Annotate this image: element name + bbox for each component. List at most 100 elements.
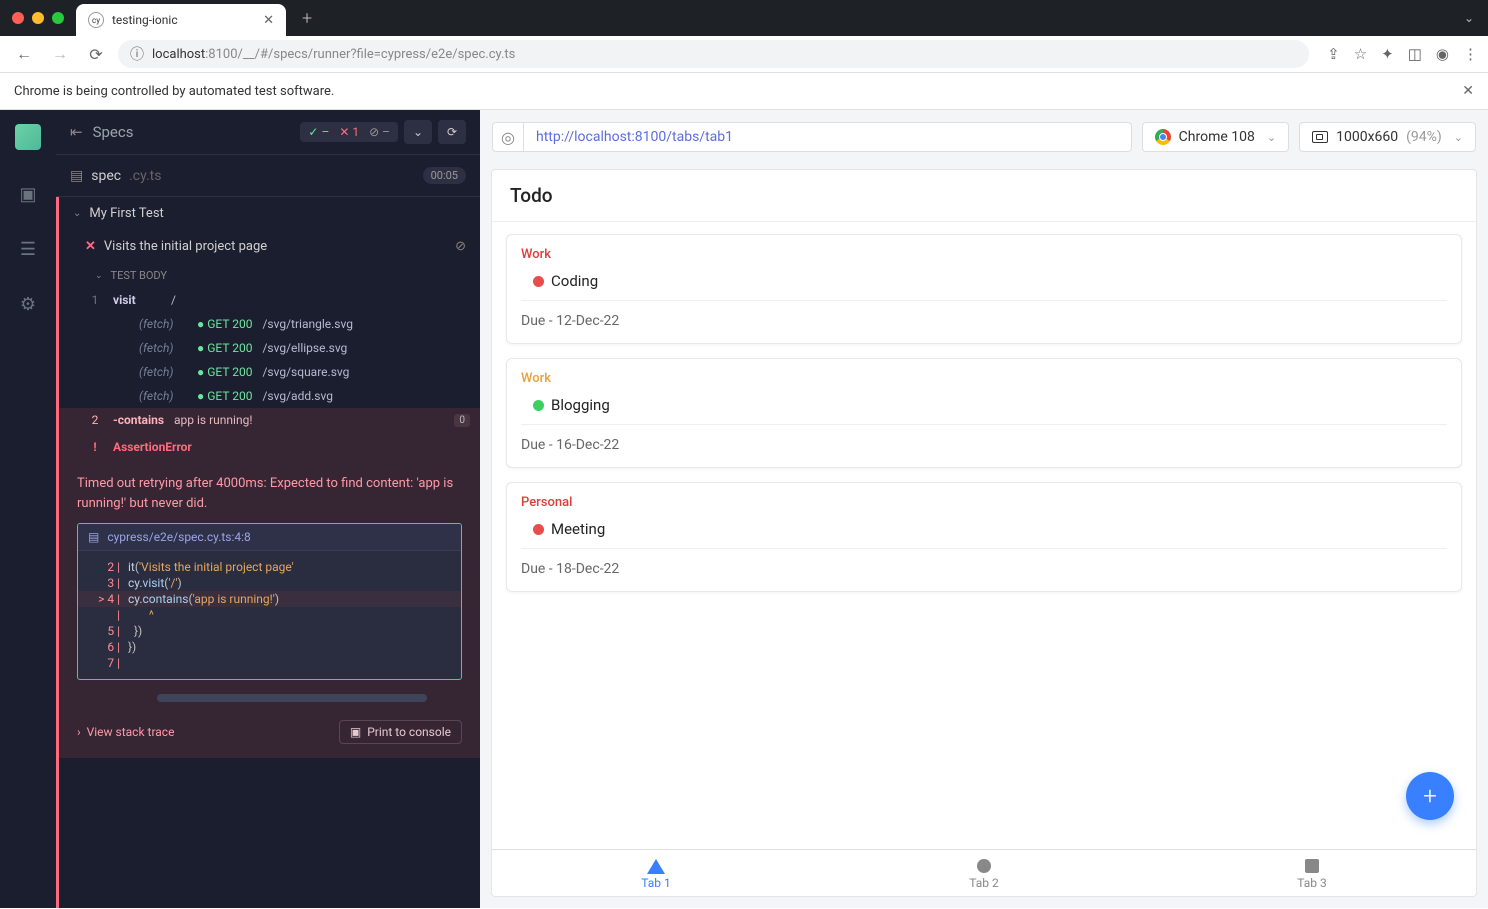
todo-title: Meeting bbox=[551, 520, 605, 538]
code-frame-header[interactable]: ▤ cypress/e2e/spec.cy.ts:4:8 bbox=[78, 524, 461, 551]
assertion-error-row[interactable]: ! AssertionError bbox=[59, 432, 480, 462]
todo-due: Due - 16-Dec-22 bbox=[521, 437, 1447, 453]
code-frame: ▤ cypress/e2e/spec.cy.ts:4:8 2 | it('Vis… bbox=[77, 523, 462, 680]
test-row[interactable]: ✕ Visits the initial project page ⊘ bbox=[59, 230, 480, 263]
plus-icon: + bbox=[1423, 782, 1437, 810]
app-under-test: Todo Work Coding Due - 12-Dec-22 Work Bl… bbox=[492, 170, 1476, 896]
log-fetch-row[interactable]: (fetch) ● GET 200 /svg/square.svg bbox=[59, 360, 480, 384]
menu-icon[interactable]: ⋮ bbox=[1463, 45, 1478, 63]
test-body-header[interactable]: ⌄ TEST BODY bbox=[59, 263, 480, 288]
tab-overflow-icon[interactable]: ⌄ bbox=[1464, 11, 1474, 25]
fail-count: ✕ 1 bbox=[339, 125, 359, 139]
todo-card[interactable]: Work Coding Due - 12-Dec-22 bbox=[506, 234, 1462, 344]
view-stack-trace-link[interactable]: › View stack trace bbox=[77, 725, 174, 739]
print-to-console-button[interactable]: ▣ Print to console bbox=[339, 720, 462, 744]
horizontal-scrollbar[interactable] bbox=[157, 694, 427, 702]
rerun-button[interactable]: ⟳ bbox=[438, 120, 466, 144]
browser-url-bar: ← → ⟳ ⓘ localhost:8100/__/#/specs/runner… bbox=[0, 36, 1488, 73]
fail-icon: ✕ bbox=[85, 239, 96, 254]
cypress-favicon: cy bbox=[88, 12, 104, 28]
test-list: ⌄ My First Test ✕ Visits the initial pro… bbox=[56, 197, 480, 908]
command-log: 1 visit / (fetch) ● GET 200 /svg/triangl… bbox=[59, 288, 480, 758]
automation-message: Chrome is being controlled by automated … bbox=[14, 84, 334, 99]
preview-url[interactable]: http://localhost:8100/tabs/tab1 bbox=[524, 122, 1132, 152]
browser-tab[interactable]: cy testing-ionic ✕ bbox=[76, 4, 286, 36]
todo-category: Work bbox=[521, 247, 1447, 262]
back-button[interactable]: ← bbox=[10, 40, 38, 68]
bookmark-icon[interactable]: ☆ bbox=[1354, 45, 1367, 63]
forward-button[interactable]: → bbox=[46, 40, 74, 68]
circle-icon bbox=[977, 859, 991, 873]
close-window-button[interactable] bbox=[12, 12, 24, 24]
new-tab-button[interactable]: + bbox=[302, 8, 312, 29]
cypress-reporter: ⇤ Specs ✓ – ✕ 1 ⊘ – ⌄ ⟳ ▤ spec.cy.ts 00:… bbox=[56, 110, 480, 908]
viewport-icon bbox=[1312, 131, 1328, 143]
todo-due: Due - 18-Dec-22 bbox=[521, 561, 1447, 577]
window-controls bbox=[12, 12, 64, 24]
spec-name: spec bbox=[91, 168, 121, 184]
log-fetch-row[interactable]: (fetch) ● GET 200 /svg/add.svg bbox=[59, 384, 480, 408]
runs-nav-icon[interactable]: ☰ bbox=[20, 239, 36, 260]
minimize-window-button[interactable] bbox=[32, 12, 44, 24]
tab-2[interactable]: Tab 2 bbox=[820, 850, 1148, 896]
suite-row[interactable]: ⌄ My First Test bbox=[59, 197, 480, 230]
selector-playground-icon[interactable]: ◎ bbox=[492, 122, 524, 152]
pending-count: ⊘ – bbox=[369, 125, 390, 139]
todo-due: Due - 12-Dec-22 bbox=[521, 313, 1447, 329]
error-detail-box: Timed out retrying after 4000ms: Expecte… bbox=[59, 462, 480, 758]
chevron-down-icon: ⌄ bbox=[1454, 131, 1463, 144]
todo-category: Personal bbox=[521, 495, 1447, 510]
browser-name: Chrome 108 bbox=[1179, 129, 1255, 145]
reload-button[interactable]: ⟳ bbox=[82, 40, 110, 68]
status-dot-icon bbox=[533, 400, 544, 411]
todo-title-row: Blogging bbox=[521, 392, 1447, 425]
todo-list: Work Coding Due - 12-Dec-22 Work Bloggin… bbox=[492, 222, 1476, 849]
log-command-visit[interactable]: 1 visit / bbox=[59, 288, 480, 312]
settings-nav-icon[interactable]: ⚙ bbox=[20, 294, 36, 315]
profile-icon[interactable]: ◉ bbox=[1436, 45, 1449, 63]
automation-infobar: Chrome is being controlled by automated … bbox=[0, 73, 1488, 110]
status-dot-icon bbox=[533, 276, 544, 287]
tab-1[interactable]: Tab 1 bbox=[492, 850, 820, 896]
add-todo-fab[interactable]: + bbox=[1406, 772, 1454, 820]
test-name: Visits the initial project page bbox=[104, 239, 267, 254]
specs-nav-icon[interactable]: ▣ bbox=[19, 184, 36, 205]
close-infobar-icon[interactable]: ✕ bbox=[1462, 83, 1474, 99]
close-tab-icon[interactable]: ✕ bbox=[263, 13, 274, 28]
tab-label: Tab 1 bbox=[641, 876, 670, 890]
suite-name: My First Test bbox=[89, 206, 163, 221]
todo-card[interactable]: Personal Meeting Due - 18-Dec-22 bbox=[506, 482, 1462, 592]
sidepanel-icon[interactable]: ◫ bbox=[1408, 45, 1422, 63]
preview-header: ◎ http://localhost:8100/tabs/tab1 Chrome… bbox=[492, 122, 1476, 152]
extensions-icon[interactable]: ✦ bbox=[1381, 45, 1394, 63]
todo-category: Work bbox=[521, 371, 1447, 386]
collapse-specs-icon[interactable]: ⇤ bbox=[70, 123, 83, 141]
spec-file-row[interactable]: ▤ spec.cy.ts 00:05 bbox=[56, 155, 480, 197]
todo-card[interactable]: Work Blogging Due - 16-Dec-22 bbox=[506, 358, 1462, 468]
maximize-window-button[interactable] bbox=[52, 12, 64, 24]
square-icon bbox=[1305, 859, 1319, 873]
share-icon[interactable]: ⇪ bbox=[1327, 45, 1340, 63]
file-icon: ▤ bbox=[70, 168, 83, 184]
cypress-logo-icon[interactable] bbox=[15, 124, 41, 150]
url-port: :8100 bbox=[205, 47, 237, 62]
site-info-icon[interactable]: ⓘ bbox=[130, 44, 144, 64]
log-command-contains-fail[interactable]: 2 -contains app is running! 0 bbox=[56, 408, 480, 432]
code-frame-body: 2 | it('Visits the initial project page'… bbox=[78, 551, 461, 679]
exclamation-icon: ! bbox=[87, 440, 103, 454]
address-bar[interactable]: ⓘ localhost:8100/__/#/specs/runner?file=… bbox=[118, 40, 1309, 68]
file-location: cypress/e2e/spec.cy.ts:4:8 bbox=[107, 530, 250, 544]
chevron-down-icon[interactable]: ⌄ bbox=[404, 120, 432, 144]
todo-title-row: Coding bbox=[521, 268, 1447, 301]
viewport-select[interactable]: 1000x660 (94%) ⌄ bbox=[1299, 122, 1476, 152]
cypress-nav-sidebar: ▣ ☰ ⚙ bbox=[0, 110, 56, 908]
log-fetch-row[interactable]: (fetch) ● GET 200 /svg/ellipse.svg bbox=[59, 336, 480, 360]
test-stats: ✓ – ✕ 1 ⊘ – bbox=[300, 122, 398, 142]
log-fetch-row[interactable]: (fetch) ● GET 200 /svg/triangle.svg bbox=[59, 312, 480, 336]
page-title: Todo bbox=[492, 170, 1476, 222]
browser-select[interactable]: Chrome 108 ⌄ bbox=[1142, 122, 1289, 152]
warning-icon[interactable]: ⊘ bbox=[455, 239, 466, 254]
chevron-down-icon: ⌄ bbox=[73, 208, 81, 219]
tab-label: Tab 2 bbox=[969, 876, 998, 890]
tab-3[interactable]: Tab 3 bbox=[1148, 850, 1476, 896]
